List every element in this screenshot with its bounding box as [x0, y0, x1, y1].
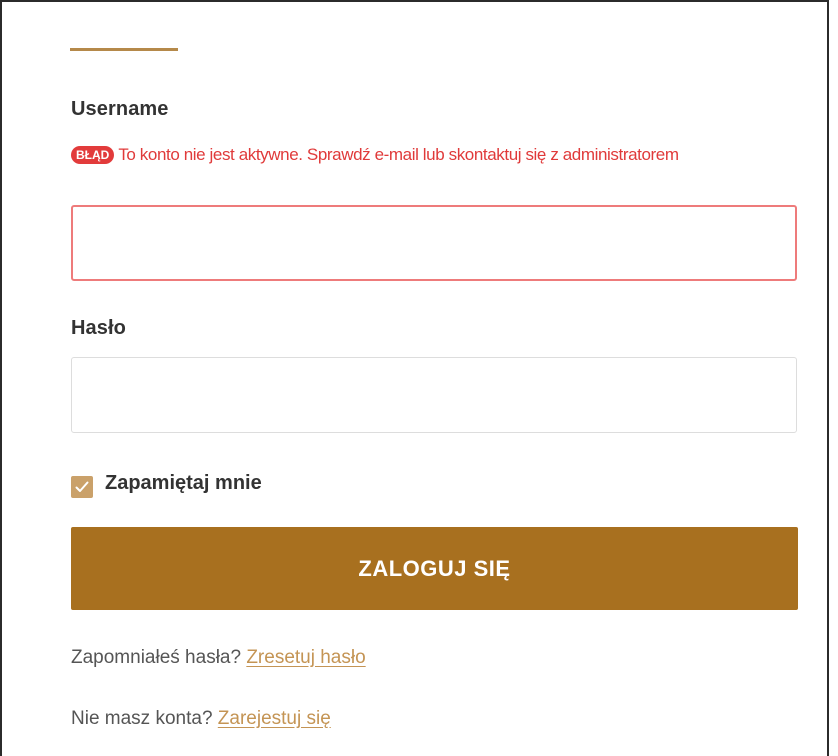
remember-me-label: Zapamiętaj mnie — [105, 471, 262, 494]
error-badge: BŁĄD — [71, 146, 115, 164]
register-link[interactable]: Zarejestuj się — [218, 708, 331, 729]
accent-divider — [70, 48, 178, 51]
error-text: To konto nie jest aktywne. Sprawdź e-mai… — [118, 145, 679, 164]
reset-password-link[interactable]: Zresetuj hasło — [246, 647, 365, 668]
register-text: Nie masz konta? — [71, 708, 213, 729]
register-line: Nie masz konta? Zarejestuj się — [71, 708, 331, 730]
login-button[interactable]: ZALOGUJ SIĘ — [71, 527, 798, 610]
password-label: Hasło — [71, 317, 126, 339]
username-input[interactable] — [71, 205, 797, 281]
forgot-password-line: Zapomniałeś hasła? Zresetuj hasło — [71, 647, 366, 669]
login-panel: Username BŁĄD To konto nie jest aktywne. … — [0, 0, 829, 756]
check-icon — [75, 481, 89, 492]
forgot-password-text: Zapomniałeś hasła? — [71, 647, 242, 668]
error-message: BŁĄD To konto nie jest aktywne. Sprawdź e… — [71, 141, 791, 168]
password-input[interactable] — [71, 357, 797, 433]
remember-me-checkbox[interactable] — [71, 476, 93, 498]
remember-me-row[interactable]: Zapamiętaj mnie — [71, 468, 262, 498]
username-label: Username — [71, 98, 169, 120]
